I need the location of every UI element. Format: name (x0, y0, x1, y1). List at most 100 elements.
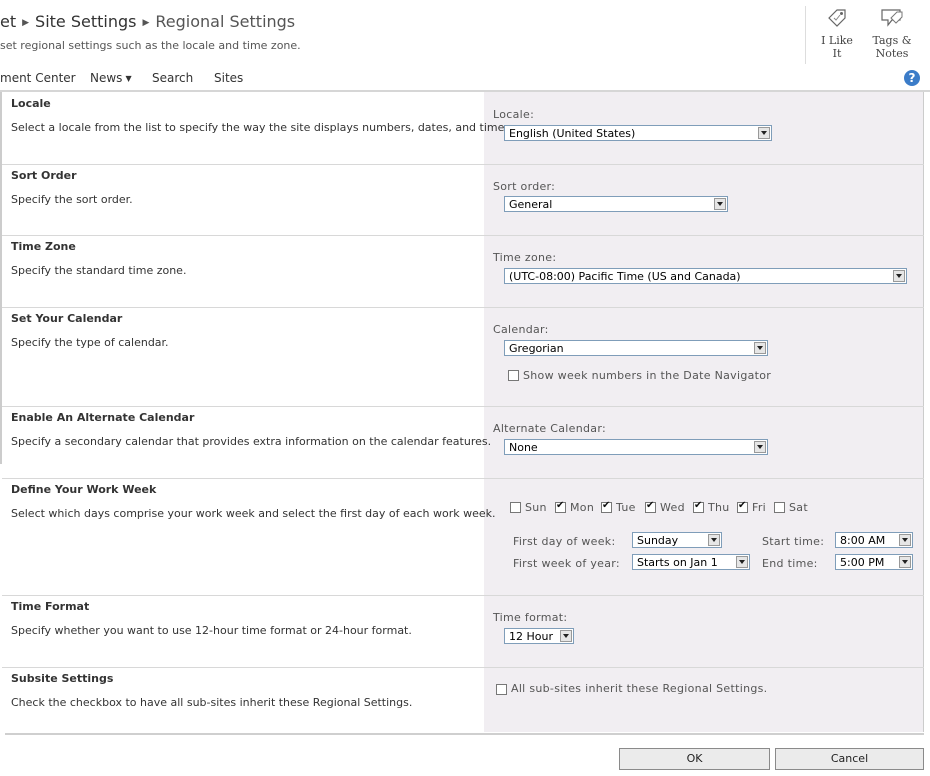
end-time-select-value: 5:00 PM (840, 556, 885, 569)
day-label-mon: Mon (570, 501, 595, 514)
sort-order-select[interactable]: General (504, 196, 728, 212)
time-zone-select[interactable]: (UTC-08:00) Pacific Time (US and Canada) (504, 268, 907, 284)
section-title: Set Your Calendar (11, 312, 123, 325)
dropdown-arrow-icon (754, 342, 766, 354)
dropdown-arrow-icon (736, 556, 748, 568)
tags-notes-icon (881, 9, 903, 27)
top-navigation: ment Center News ▼ Search Sites ? (0, 66, 930, 92)
section-sort-order: Sort Order Specify the sort order. Sort … (2, 164, 924, 236)
calendar-select-value: Gregorian (509, 342, 564, 355)
chevron-down-icon: ▼ (125, 74, 132, 83)
dropdown-arrow-icon (758, 127, 770, 139)
page-title: Regional Settings (155, 12, 296, 31)
locale-select[interactable]: English (United States) (504, 125, 772, 141)
nav-item-search[interactable]: Search (152, 71, 193, 85)
time-format-select-value: 12 Hour (509, 630, 553, 643)
dropdown-arrow-icon (893, 270, 905, 282)
dropdown-arrow-icon (560, 630, 572, 642)
dropdown-arrow-icon (899, 534, 911, 546)
section-title: Define Your Work Week (11, 483, 157, 496)
section-description: Specify whether you want to use 12-hour … (11, 624, 412, 637)
section-description: Specify a secondary calendar that provid… (11, 435, 492, 448)
end-time-select[interactable]: 5:00 PM (835, 554, 913, 570)
time-zone-label: Time zone: (493, 251, 557, 264)
section-description: Specify the type of calendar. (11, 336, 169, 349)
locale-label: Locale: (493, 108, 535, 121)
breadcrumb-separator-icon: ▶ (142, 18, 150, 28)
breadcrumb: et ▶ Site Settings ▶ Regional Settings (0, 12, 295, 31)
day-label-fri: Fri (752, 501, 767, 514)
locale-select-value: English (United States) (509, 127, 636, 140)
day-checkbox-fri[interactable] (737, 500, 748, 513)
alternate-calendar-select-value: None (509, 441, 538, 454)
breadcrumb-site-settings[interactable]: Site Settings (35, 12, 136, 31)
first-week-label: First week of year: (513, 557, 620, 570)
first-day-label: First day of week: (513, 535, 616, 548)
section-description: Select a locale from the list to specify… (11, 121, 508, 134)
day-checkbox-sat[interactable] (774, 502, 785, 513)
dropdown-arrow-icon (708, 534, 720, 546)
start-time-label: Start time: (762, 535, 825, 548)
section-description: Check the checkbox to have all sub-sites… (11, 696, 413, 709)
day-label-tue: Tue (616, 501, 636, 514)
nav-item-news-label: News (90, 71, 123, 85)
first-week-select-value: Starts on Jan 1 (637, 556, 718, 569)
section-title: Time Format (11, 600, 90, 613)
alternate-calendar-select[interactable]: None (504, 439, 768, 455)
end-time-label: End time: (762, 557, 818, 570)
day-checkbox-mon[interactable] (555, 500, 566, 513)
start-time-select-value: 8:00 AM (840, 534, 886, 547)
i-like-it-button[interactable]: I Like It (816, 6, 858, 60)
nav-item-sites[interactable]: Sites (214, 71, 243, 85)
breadcrumb-separator-icon: ▶ (22, 18, 30, 28)
first-day-select[interactable]: Sunday (632, 532, 722, 548)
nav-item-news[interactable]: News ▼ (90, 71, 132, 85)
section-description: Select which days comprise your work wee… (11, 507, 496, 520)
inherit-settings-checkbox[interactable] (496, 684, 507, 695)
section-subsite-settings: Subsite Settings Check the checkbox to h… (2, 667, 924, 733)
day-checkbox-wed[interactable] (645, 500, 656, 513)
section-title: Sort Order (11, 169, 77, 182)
help-icon[interactable]: ? (904, 70, 920, 86)
time-format-select[interactable]: 12 Hour (504, 628, 574, 644)
calendar-label: Calendar: (493, 323, 549, 336)
tags-notes-label-line1: Tags & (872, 34, 912, 47)
header-divider (805, 6, 806, 64)
calendar-select[interactable]: Gregorian (504, 340, 768, 356)
nav-item-document-center[interactable]: ment Center (0, 71, 76, 85)
tags-notes-button[interactable]: Tags & Notes (870, 6, 914, 60)
day-label-wed: Wed (660, 501, 685, 514)
inherit-settings-label: All sub-sites inherit these Regional Set… (511, 682, 768, 695)
week-numbers-checkbox[interactable] (508, 370, 519, 381)
section-locale: Locale Select a locale from the list to … (2, 92, 924, 165)
alternate-calendar-label: Alternate Calendar: (493, 422, 606, 435)
tags-notes-label-line2: Notes (875, 47, 909, 60)
sort-order-label: Sort order: (493, 180, 556, 193)
section-alternate-calendar: Enable An Alternate Calendar Specify a s… (2, 406, 924, 479)
first-day-select-value: Sunday (637, 534, 679, 547)
dropdown-arrow-icon (714, 198, 726, 210)
page-description: set regional settings such as the locale… (0, 39, 301, 52)
ok-button[interactable]: OK (619, 748, 770, 770)
section-title: Time Zone (11, 240, 76, 253)
breadcrumb-root[interactable]: et (0, 12, 16, 31)
section-calendar: Set Your Calendar Specify the type of ca… (2, 307, 924, 407)
day-checkbox-thu[interactable] (693, 500, 704, 513)
section-time-zone: Time Zone Specify the standard time zone… (2, 235, 924, 308)
section-description: Specify the standard time zone. (11, 264, 187, 277)
start-time-select[interactable]: 8:00 AM (835, 532, 913, 548)
section-time-format: Time Format Specify whether you want to … (2, 595, 924, 668)
section-work-week: Define Your Work Week Select which days … (2, 478, 924, 596)
cancel-button[interactable]: Cancel (775, 748, 924, 770)
time-zone-select-value: (UTC-08:00) Pacific Time (US and Canada) (509, 270, 741, 283)
day-checkbox-tue[interactable] (601, 500, 612, 513)
i-like-it-label: I Like It (821, 34, 853, 60)
week-numbers-label: Show week numbers in the Date Navigator (523, 369, 772, 382)
day-label-sun: Sun (525, 501, 547, 514)
first-week-select[interactable]: Starts on Jan 1 (632, 554, 750, 570)
day-label-sat: Sat (789, 501, 808, 514)
day-checkbox-sun[interactable] (510, 502, 521, 513)
tag-icon (828, 9, 846, 27)
section-title: Subsite Settings (11, 672, 114, 685)
form-divider (5, 733, 924, 735)
